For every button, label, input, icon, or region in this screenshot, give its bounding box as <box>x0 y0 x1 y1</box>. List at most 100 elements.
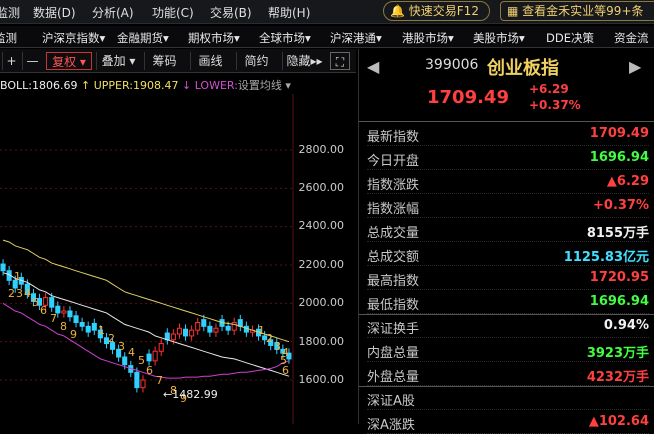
chips-button[interactable]: 筹码 <box>144 52 184 70</box>
quote-value: ▲6.29 <box>606 174 649 189</box>
bell-icon: 🔔 <box>390 4 405 18</box>
quote-label: 指数涨幅 <box>367 202 420 217</box>
y-tick-2600: 2600.00 <box>298 181 345 194</box>
y-tick-1800: 1800.00 <box>298 335 345 348</box>
quote-row: 今日开盘 1696.94 <box>367 146 649 170</box>
candle-body <box>170 333 176 341</box>
nav-futures[interactable]: 金融期货▾ <box>117 30 169 46</box>
quote-row: 指数涨幅 +0.37% <box>367 194 649 218</box>
nav-monitor[interactable]: 监测 <box>0 30 17 46</box>
quote-value: +0.37% <box>593 198 649 213</box>
overlay-button[interactable]: 叠加 ▾ <box>96 52 140 70</box>
quote-row: 总成交量 8155万手 <box>367 218 649 242</box>
td-digit: 2 <box>108 332 115 345</box>
quick-trade-button[interactable]: 🔔 快速交易F12 <box>383 1 490 21</box>
td-digit: 7 <box>50 312 57 325</box>
candle-body <box>164 332 170 341</box>
index-code: 399006 <box>425 57 479 73</box>
candle-body <box>213 327 219 333</box>
td-digit: 3 <box>274 340 281 353</box>
zoom-out-button[interactable]: — <box>22 52 42 70</box>
td-digit: 6 <box>146 364 153 377</box>
nav-us[interactable]: 美股市场▾ <box>473 30 525 46</box>
td-digit: 1 <box>258 324 265 337</box>
quote-row: 最新指数 1709.49 <box>367 122 649 146</box>
quote-value: 1696.94 <box>589 150 649 165</box>
nav-options[interactable]: 期权市场▾ <box>188 30 240 46</box>
prev-arrow-icon[interactable]: ◀ <box>367 57 379 76</box>
td-digit: 8 <box>60 320 67 333</box>
quote-value: 3923万手 <box>586 346 649 361</box>
quote-label: 总成交量 <box>367 226 420 241</box>
menu-help[interactable]: 帮助(H) <box>268 4 310 21</box>
boll-value: BOLL:1806.69 <box>0 79 78 92</box>
fuquan-button[interactable]: 复权 ▾ <box>46 52 92 70</box>
quote-value: 8155万手 <box>586 226 649 241</box>
menu-analysis[interactable]: 分析(A) <box>92 4 134 21</box>
nav-hk[interactable]: 港股市场▾ <box>402 30 454 46</box>
nav-capital[interactable]: 资金流 <box>614 30 649 46</box>
quote-row: 深证A股 <box>367 386 649 410</box>
td-digit: 5 <box>138 354 145 367</box>
candle-body <box>122 356 128 366</box>
candle-body <box>91 322 97 331</box>
candlestick-chart[interactable]: 123456789123456789123456 2800.00 2600.00… <box>0 94 356 424</box>
next-arrow-icon[interactable]: ▶ <box>629 57 641 76</box>
hide-button[interactable]: 隐藏▸▸ <box>282 52 326 70</box>
quote-label: 今日开盘 <box>367 154 420 169</box>
quote-row: 深证换手 0.94% <box>367 314 649 338</box>
menu-data[interactable]: 数据(D) <box>33 4 76 21</box>
expand-icon[interactable]: ⛶ <box>330 52 350 70</box>
quote-row: 总成交额 1125.83亿元 <box>367 242 649 266</box>
td-digit: 4 <box>24 287 31 300</box>
quote-row: 最高指数 1720.95 <box>367 266 649 290</box>
simple-button[interactable]: 简约 <box>236 52 276 70</box>
nav-connect[interactable]: 沪深港通▾ <box>330 30 382 46</box>
boll-indicator: BOLL:1806.69 ↑ UPPER:1908.47 ↓ LOWER:设置均… <box>0 79 291 92</box>
index-change: +6.29 <box>529 82 569 96</box>
candle-body <box>237 319 243 327</box>
candle-body <box>146 353 152 362</box>
td-digit: 6 <box>40 304 47 317</box>
zoom-in-button[interactable]: + <box>2 52 20 70</box>
draw-line-button[interactable]: 画线 <box>190 52 230 70</box>
menu-function[interactable]: 功能(C) <box>152 4 194 21</box>
index-name: 创业板指 <box>487 58 559 79</box>
promo-button[interactable]: ▦ 查看金禾实业等99+条 <box>500 1 654 21</box>
candle-body <box>183 328 189 337</box>
grid-icon: ▦ <box>507 4 519 18</box>
td-digit: 5 <box>32 296 39 309</box>
td-digit: 6 <box>282 364 289 377</box>
low-marker: ←1482.99 <box>163 388 218 401</box>
menu-monitor[interactable]: 监测 <box>0 4 20 21</box>
candle-body <box>134 371 140 389</box>
candle-body <box>231 322 237 331</box>
chart-toolbar: + — 复权 ▾ 叠加 ▾ 筹码 画线 简约 隐藏▸▸ ⛶ <box>0 49 356 73</box>
candle-body <box>73 315 79 324</box>
y-tick-2200: 2200.00 <box>298 258 345 271</box>
td-digit: 3 <box>118 340 125 353</box>
quote-label: 深证换手 <box>367 322 420 337</box>
nav-dde[interactable]: DDE决策 <box>546 30 594 46</box>
candle-body <box>67 310 73 318</box>
ma-setting-link[interactable]: 设置均线 <box>238 79 282 92</box>
quote-value: 4232万手 <box>586 370 649 385</box>
menu-trade[interactable]: 交易(B) <box>210 4 252 21</box>
quote-label: 深证A股 <box>367 394 415 409</box>
menu-bar: 监测 数据(D) 分析(A) 功能(C) 交易(B) 帮助(H) 🔔 快速交易F… <box>0 0 654 24</box>
quote-label: 外盘总量 <box>367 370 420 385</box>
td-digit: 1 <box>14 270 21 283</box>
candle-body <box>79 322 85 327</box>
quote-label: 最新指数 <box>367 130 420 145</box>
quote-value: 0.94% <box>603 318 649 333</box>
quote-label: 最高指数 <box>367 274 420 289</box>
candle-body <box>195 322 201 331</box>
td-digit: 7 <box>156 374 163 387</box>
candle-body <box>140 379 146 389</box>
nav-global[interactable]: 全球市场▾ <box>259 30 311 46</box>
td-digit: 1 <box>98 324 105 337</box>
caret-down-icon: ▾ <box>79 55 86 69</box>
lower-label: LOWER: <box>194 79 238 92</box>
quote-label: 指数涨跌 <box>367 178 420 193</box>
nav-index[interactable]: 沪深京指数▾ <box>42 30 105 46</box>
